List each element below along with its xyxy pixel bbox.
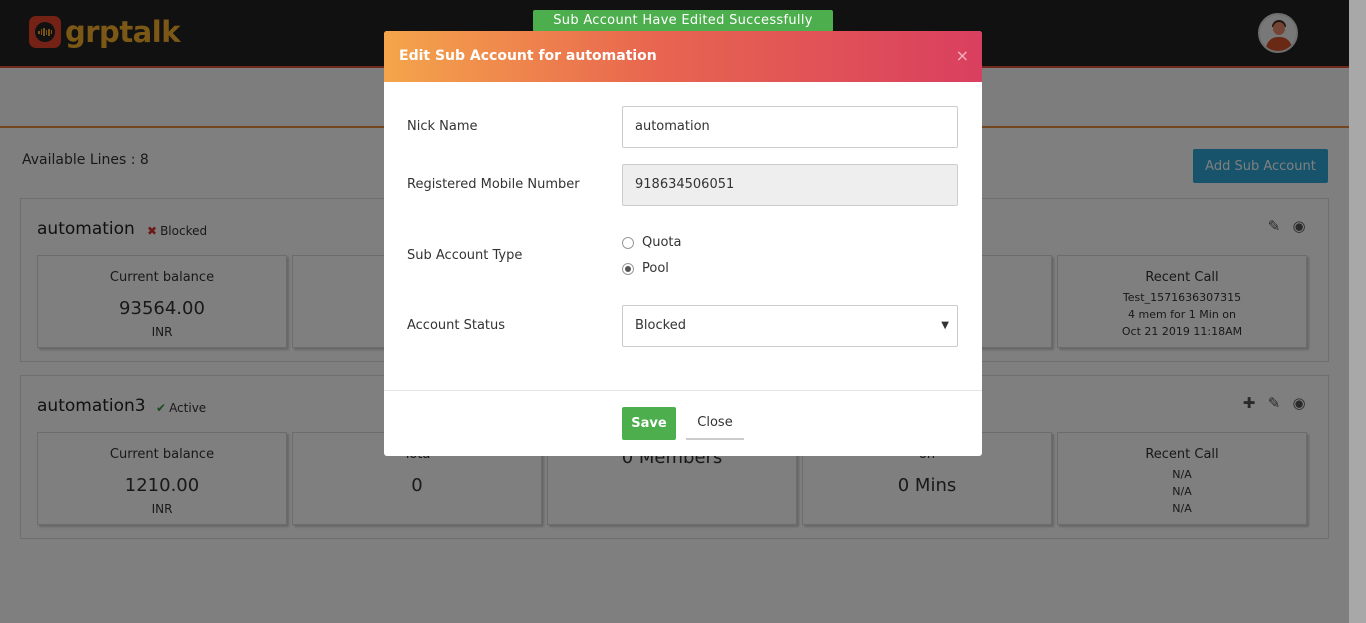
mobile-number-field: 918634506051 [622,164,958,206]
radio-label: Quota [642,235,682,250]
select-value: Blocked [635,318,686,333]
mobile-label: Registered Mobile Number [407,177,580,192]
pool-radio[interactable]: Pool [622,261,669,276]
nick-name-label: Nick Name [407,119,478,134]
radio-icon[interactable] [622,236,634,249]
radio-label: Pool [642,261,669,276]
close-button[interactable]: Close [686,407,744,440]
close-icon[interactable]: × [956,46,969,65]
modal-header: Edit Sub Account for automation × [384,31,982,82]
radio-selected-icon[interactable] [622,262,634,275]
save-button[interactable]: Save [622,407,676,440]
quota-radio[interactable]: Quota [622,235,682,250]
account-status-label: Account Status [407,318,506,333]
edit-sub-account-modal: Edit Sub Account for automation × Nick N… [384,31,982,456]
success-toast: Sub Account Have Edited Successfully [533,10,833,32]
nick-name-input[interactable]: automation [622,106,958,148]
modal-title: Edit Sub Account for automation [399,48,657,64]
chevron-down-icon: ▼ [941,320,949,331]
scrollbar[interactable] [1349,0,1366,623]
sub-account-type-label: Sub Account Type [407,248,523,263]
modal-footer: Save Close [384,390,982,456]
account-status-select[interactable]: Blocked ▼ [622,305,958,347]
